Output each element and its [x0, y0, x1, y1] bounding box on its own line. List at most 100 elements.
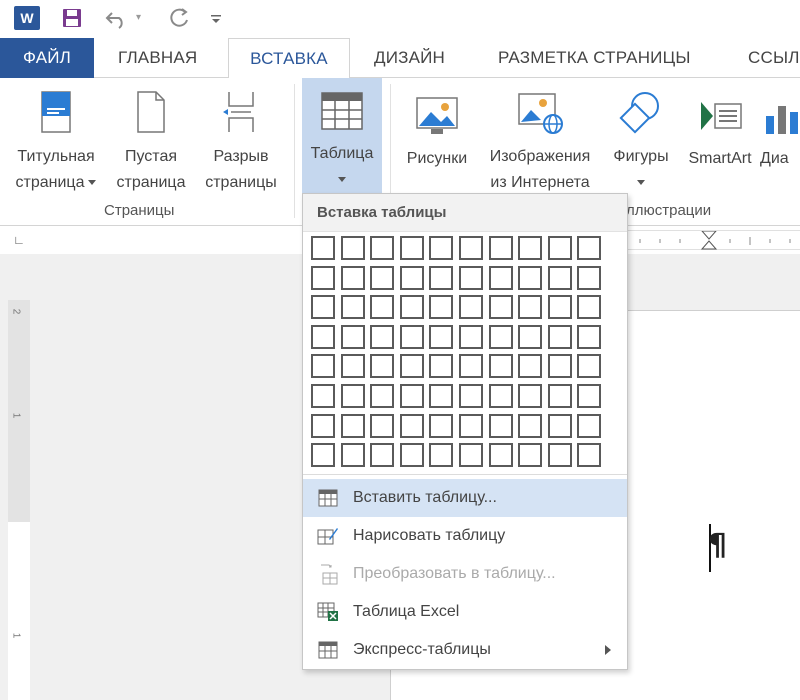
blank-page-button[interactable]: Пустая страница: [108, 78, 194, 196]
table-grid-cell[interactable]: [341, 354, 365, 378]
tab-references[interactable]: ССЫЛ: [748, 38, 800, 78]
smartart-button[interactable]: SmartArt: [680, 78, 760, 196]
table-grid-cell[interactable]: [577, 266, 601, 290]
table-grid-cell[interactable]: [429, 443, 453, 467]
table-grid-cell[interactable]: [577, 295, 601, 319]
table-grid-cell[interactable]: [548, 295, 572, 319]
tab-design[interactable]: ДИЗАЙН: [374, 38, 445, 78]
table-grid-cell[interactable]: [429, 325, 453, 349]
table-grid-cell[interactable]: [459, 236, 483, 260]
table-grid-cell[interactable]: [489, 295, 513, 319]
table-grid-cell[interactable]: [341, 266, 365, 290]
table-grid-cell[interactable]: [548, 236, 572, 260]
table-grid-cell[interactable]: [459, 414, 483, 438]
table-grid-cell[interactable]: [311, 414, 335, 438]
table-grid-cell[interactable]: [400, 354, 424, 378]
table-grid-cell[interactable]: [429, 236, 453, 260]
undo-dropdown-caret[interactable]: ▾: [136, 12, 141, 23]
insert-table-menu-item[interactable]: Вставить таблицу...: [303, 479, 627, 517]
table-grid-cell[interactable]: [577, 414, 601, 438]
tab-stop-selector[interactable]: ∟: [0, 226, 38, 254]
table-grid-cell[interactable]: [429, 266, 453, 290]
table-grid-cell[interactable]: [489, 443, 513, 467]
table-grid-cell[interactable]: [518, 236, 542, 260]
quick-tables-menu-item[interactable]: Экспресс-таблицы: [303, 631, 627, 669]
table-grid-cell[interactable]: [341, 236, 365, 260]
convert-to-table-menu-item[interactable]: Преобразовать в таблицу...: [303, 555, 627, 593]
table-grid-cell[interactable]: [400, 325, 424, 349]
table-grid-cell[interactable]: [400, 384, 424, 408]
table-grid-cell[interactable]: [577, 443, 601, 467]
table-grid-cell[interactable]: [311, 295, 335, 319]
table-grid-cell[interactable]: [489, 414, 513, 438]
table-grid-cell[interactable]: [489, 266, 513, 290]
table-grid-cell[interactable]: [518, 266, 542, 290]
redo-icon[interactable]: [168, 6, 192, 30]
table-grid-cell[interactable]: [370, 325, 394, 349]
table-grid-cell[interactable]: [548, 354, 572, 378]
table-grid-cell[interactable]: [429, 354, 453, 378]
table-grid-cell[interactable]: [489, 325, 513, 349]
shapes-button[interactable]: Фигуры: [604, 78, 678, 196]
table-grid-cell[interactable]: [518, 384, 542, 408]
save-icon[interactable]: [60, 6, 84, 30]
table-grid-cell[interactable]: [548, 384, 572, 408]
table-grid-cell[interactable]: [577, 325, 601, 349]
undo-icon[interactable]: [104, 6, 130, 30]
tab-insert[interactable]: ВСТАВКА: [228, 38, 350, 79]
table-grid-cell[interactable]: [400, 414, 424, 438]
table-grid-cell[interactable]: [311, 236, 335, 260]
table-grid-cell[interactable]: [311, 384, 335, 408]
horizontal-ruler[interactable]: [600, 230, 800, 250]
table-grid-cell[interactable]: [489, 354, 513, 378]
table-grid-cell[interactable]: [548, 325, 572, 349]
draw-table-menu-item[interactable]: Нарисовать таблицу: [303, 517, 627, 555]
table-grid-cell[interactable]: [518, 414, 542, 438]
table-grid-cell[interactable]: [341, 443, 365, 467]
table-grid-cell[interactable]: [370, 354, 394, 378]
table-grid-cell[interactable]: [459, 443, 483, 467]
table-grid-cell[interactable]: [370, 236, 394, 260]
table-grid-cell[interactable]: [370, 414, 394, 438]
table-grid-cell[interactable]: [489, 236, 513, 260]
table-grid-cell[interactable]: [518, 354, 542, 378]
table-grid-cell[interactable]: [400, 236, 424, 260]
cover-page-button[interactable]: Титульная страница: [6, 78, 106, 196]
table-grid-cell[interactable]: [400, 443, 424, 467]
table-button[interactable]: Таблица: [302, 78, 382, 193]
tab-page-layout[interactable]: РАЗМЕТКА СТРАНИЦЫ: [498, 38, 691, 78]
table-grid-cell[interactable]: [577, 236, 601, 260]
excel-table-menu-item[interactable]: Таблица Excel: [303, 593, 627, 631]
table-grid-cell[interactable]: [548, 414, 572, 438]
table-grid-cell[interactable]: [459, 384, 483, 408]
table-grid-cell[interactable]: [518, 325, 542, 349]
page-break-button[interactable]: Разрыв страницы: [196, 78, 286, 196]
table-grid-cell[interactable]: [311, 443, 335, 467]
online-pictures-button[interactable]: Изображения из Интернета: [478, 78, 602, 196]
table-grid-cell[interactable]: [548, 266, 572, 290]
tab-home[interactable]: ГЛАВНАЯ: [118, 38, 197, 78]
table-grid-cell[interactable]: [341, 414, 365, 438]
table-grid-cell[interactable]: [518, 295, 542, 319]
table-grid-cell[interactable]: [429, 295, 453, 319]
table-grid-cell[interactable]: [370, 443, 394, 467]
table-grid-cell[interactable]: [518, 443, 542, 467]
table-grid-cell[interactable]: [459, 295, 483, 319]
table-grid-cell[interactable]: [548, 443, 572, 467]
table-grid-cell[interactable]: [429, 414, 453, 438]
table-grid-cell[interactable]: [577, 384, 601, 408]
table-grid-cell[interactable]: [459, 354, 483, 378]
table-grid-cell[interactable]: [429, 384, 453, 408]
table-grid-cell[interactable]: [400, 266, 424, 290]
table-grid-cell[interactable]: [577, 354, 601, 378]
table-grid-cell[interactable]: [400, 295, 424, 319]
table-grid-cell[interactable]: [370, 295, 394, 319]
chart-button[interactable]: Диа: [760, 78, 800, 196]
table-grid-cell[interactable]: [489, 384, 513, 408]
vertical-ruler[interactable]: 2 1 1: [8, 300, 30, 700]
table-grid-cell[interactable]: [311, 325, 335, 349]
table-grid-cell[interactable]: [311, 266, 335, 290]
table-grid-cell[interactable]: [459, 325, 483, 349]
pictures-button[interactable]: Рисунки: [398, 78, 476, 196]
table-grid-cell[interactable]: [370, 384, 394, 408]
